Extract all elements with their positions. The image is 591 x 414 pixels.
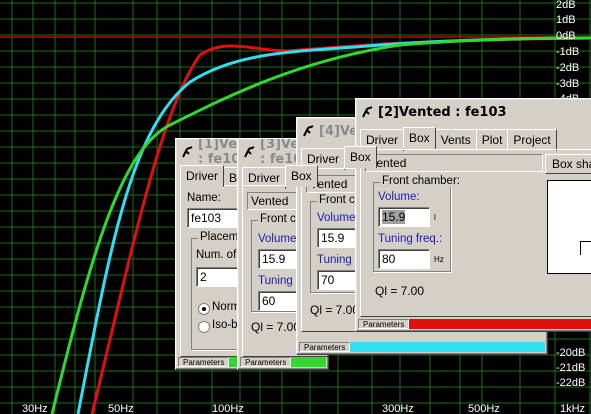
volume-label: Volume: [378,191,420,203]
volume-label: Volume: [317,212,359,224]
status-bar: Parameters [240,357,326,367]
ql-value: Ql = 7.00 [251,320,301,334]
box-preview [547,180,591,274]
tab-plot[interactable]: Plot [475,129,509,151]
parameters-button[interactable]: Parameters [358,319,410,329]
app-logo-icon [242,145,256,159]
tab-box[interactable]: Box [403,127,436,149]
db-label: -3dB [556,78,579,90]
front-chamber-title: Front chamber: [380,175,462,187]
tab-box[interactable]: Box [285,165,318,187]
app-logo-icon [301,124,315,138]
normal-radio[interactable] [198,303,210,315]
curve-color-bar [409,319,591,329]
ql-value: Ql = 7.00 [375,284,425,298]
db-label: -22dB [556,377,585,389]
tab-project[interactable]: Project [507,129,557,151]
db-label: -1dB [556,46,579,58]
frequency-axis-labels: 30Hz 50Hz 100Hz 300Hz 500Hz 1kHz [22,403,585,414]
db-label: -20dB [556,347,585,359]
tuning-field[interactable]: 80 [378,249,430,269]
app-logo-icon [360,105,374,119]
parameters-button[interactable]: Parameters [299,342,351,352]
vented-window-2[interactable]: [2]Vented : fe103 Driver Box Vents Plot … [355,98,591,332]
freq-label: 500Hz [468,403,500,414]
volume-field[interactable]: 15.9 [378,207,430,227]
app-logo-icon [180,145,194,159]
freq-label: 50Hz [108,403,134,414]
freq-label: 300Hz [382,403,414,414]
db-label: -2dB [556,62,579,74]
curve-color-bar [291,357,326,367]
curve-color-bar [350,342,545,352]
tuning-unit: Hz [434,255,444,264]
volume-unit: l [434,213,436,222]
db-label: 1dB [556,14,576,26]
tuning-label: Tuning freq.: [378,233,443,245]
parameters-button[interactable]: Parameters [178,357,230,367]
front-chamber-group: Front chamber: Volume: 15.9 l Tuning fre… [373,175,462,272]
volume-value: 15.9 [382,210,406,224]
name-label: Name: [187,192,221,204]
window-2-titlebar[interactable]: [2]Vented : fe103 [358,101,591,123]
box-panel: Vented Box shape Front chamber: Volume: … [360,149,591,317]
status-bar: Parameters [299,342,545,352]
window-title: [2]Vented : fe103 [378,104,507,120]
ql-value: Ql = 7.00 [310,303,360,317]
tab-vents[interactable]: Vents [434,129,477,151]
db-label: -21dB [556,362,585,374]
freq-label: 1kHz [560,403,585,414]
parameters-button[interactable]: Parameters [240,357,292,367]
freq-label: 100Hz [212,403,244,414]
volume-label: Volume: [258,233,300,245]
box-type-label: Vented [365,154,543,172]
tab-box[interactable]: Box [344,146,377,168]
tab-driver[interactable]: Driver [180,165,224,187]
db-label: 2dB [556,0,576,11]
box-shape-button[interactable]: Box shape [545,154,591,174]
db-label: 0dB [556,30,576,42]
isobarik-radio[interactable] [198,321,210,333]
freq-label: 30Hz [22,403,48,414]
status-bar: Parameters [358,319,591,329]
